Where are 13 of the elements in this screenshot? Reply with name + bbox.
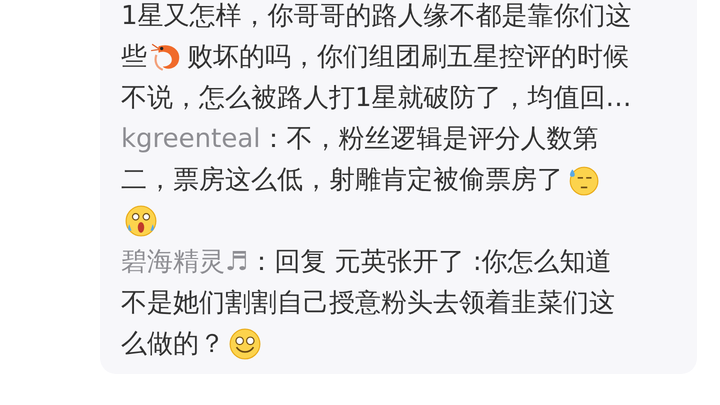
comment-text: 么做的？ — [121, 328, 225, 361]
comment-text: 败坏的吗，你们组团刷五星控评的时候 — [187, 41, 629, 74]
comment-text: ：不，粉丝逻辑是评分人数第 — [260, 123, 598, 156]
comment-text: 不是她们割割自己授意粉头去领着韭菜们这 — [121, 287, 615, 320]
comment-text: 1星又怎样，你哥哥的路人缘不都是靠你们这 — [121, 0, 632, 33]
smiley-icon — [228, 326, 262, 360]
comment-text: ：回复 元英张开了 :你怎么知道 — [248, 246, 612, 279]
comment-text: 不说，怎么被路人打1星就破防了，均值回… — [121, 82, 632, 115]
comment-author[interactable]: kgreenteal — [121, 124, 260, 154]
comment-author[interactable]: 碧海精灵♬ — [121, 244, 248, 279]
scared-face-icon — [124, 204, 158, 238]
comment-text: 二，票房这么低，射雕肯定被偷票房了 — [121, 164, 563, 197]
comment-text: 些 — [121, 41, 147, 74]
